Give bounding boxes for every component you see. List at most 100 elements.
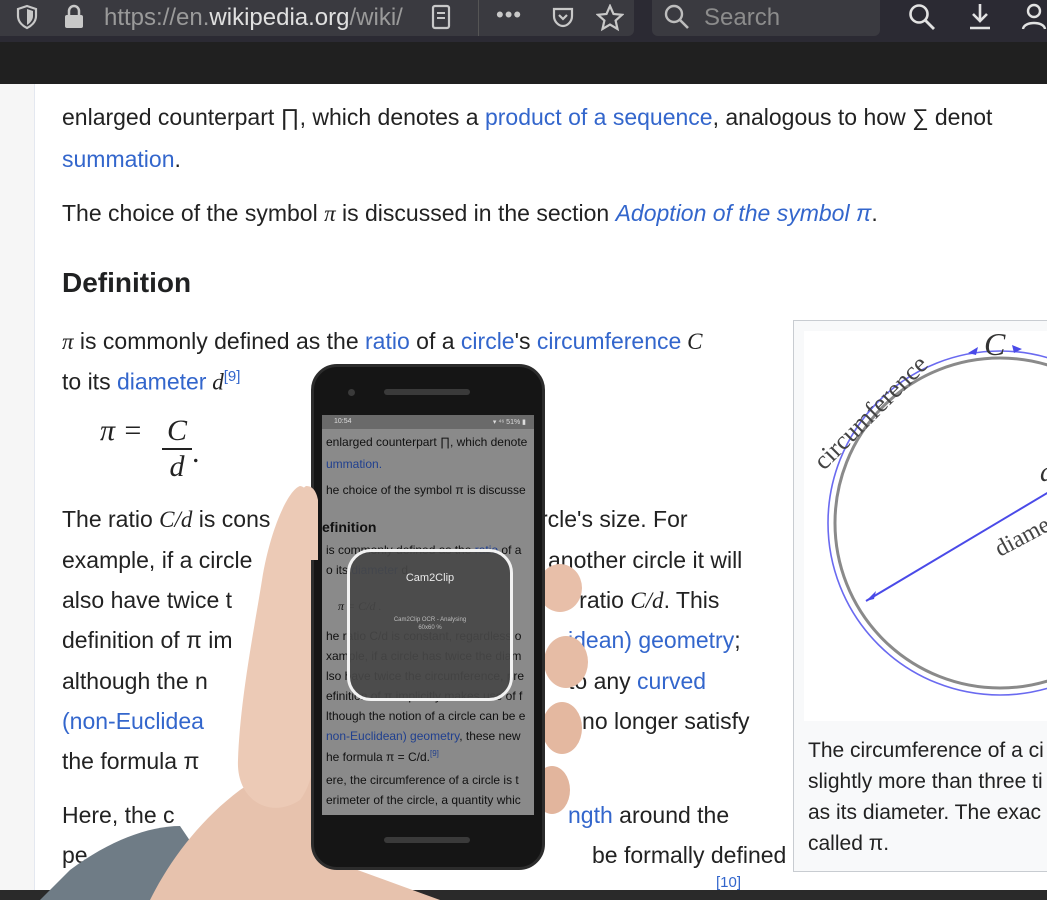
star-icon[interactable] bbox=[595, 3, 625, 38]
text: another circle it will bbox=[548, 547, 743, 573]
paragraph-line: example, if a circle bbox=[62, 547, 252, 574]
paragraph-line: to its diameter d[9] bbox=[62, 368, 240, 396]
link-euclidean-geometry[interactable]: idean) geometry bbox=[568, 627, 734, 653]
circle-diagram: circumference C d diame bbox=[804, 326, 1047, 721]
search-icon bbox=[664, 3, 690, 38]
text: the formula π bbox=[62, 748, 200, 774]
math-cd: C/d bbox=[159, 507, 193, 532]
text: The ratio bbox=[62, 506, 160, 532]
more-icon[interactable]: ••• bbox=[496, 2, 522, 28]
text: is cons bbox=[192, 506, 271, 532]
url-suffix: /wiki/ bbox=[349, 4, 403, 31]
paragraph-line: [10] bbox=[716, 874, 741, 890]
paragraph-line: pe bbox=[62, 842, 88, 869]
search-icon[interactable] bbox=[908, 2, 936, 39]
text: The choice of the symbol bbox=[62, 200, 325, 226]
paragraph-line: The ratio C/d is cons bbox=[62, 506, 270, 533]
paragraph-line: also have twice t bbox=[62, 587, 232, 614]
paragraph-line: π is commonly defined as the ratio of a … bbox=[62, 328, 702, 355]
shield-icon[interactable] bbox=[16, 4, 38, 36]
url-text[interactable]: https://en.wikipedia.org/wiki/ bbox=[104, 4, 414, 32]
text: also have twice t bbox=[62, 587, 233, 613]
formula-dot: . bbox=[192, 436, 200, 469]
text: be formally defined bbox=[592, 842, 787, 868]
text: enlarged counterpart ∏, which denotes a bbox=[62, 104, 485, 130]
citation-link[interactable]: [10] bbox=[716, 874, 741, 890]
label-diameter: diame bbox=[991, 512, 1047, 562]
account-icon[interactable] bbox=[1020, 2, 1047, 39]
paragraph-line: be formally defined bbox=[592, 842, 786, 869]
text: around the bbox=[612, 802, 730, 828]
text: is commonly defined as the bbox=[73, 328, 366, 354]
paragraph-line: ) no longer satisfy bbox=[568, 708, 750, 735]
link-adoption-of-symbol[interactable]: Adoption of the symbol π bbox=[616, 200, 872, 226]
caption-line: The circumference of a ci bbox=[808, 739, 1044, 762]
url-prefix: https://en. bbox=[104, 4, 210, 31]
text: . bbox=[871, 200, 878, 226]
paragraph-line: rcle's size. For bbox=[540, 506, 688, 533]
paragraph-line: e ratio C/d. This bbox=[560, 587, 719, 614]
paragraph-line: the formula π bbox=[62, 748, 199, 775]
lock-icon[interactable] bbox=[62, 4, 86, 36]
text: to any bbox=[568, 668, 638, 694]
pi-formula: π = C d . bbox=[100, 414, 200, 483]
caption-line: slightly more than three ti bbox=[808, 770, 1043, 793]
text: rcle's size. For bbox=[540, 506, 688, 532]
text: pe bbox=[62, 842, 88, 868]
browser-chrome: https://en.wikipedia.org/wiki/ ••• Searc… bbox=[0, 0, 1047, 84]
link-ratio[interactable]: ratio bbox=[365, 328, 410, 354]
formula-lhs: π = bbox=[100, 414, 143, 447]
paragraph-line: definition of π im bbox=[62, 627, 233, 654]
link-diameter[interactable]: diameter bbox=[117, 369, 206, 395]
link-product-of-sequence[interactable]: product of a sequence bbox=[485, 104, 713, 130]
citation-link[interactable]: [9] bbox=[224, 368, 241, 385]
fraction: C d bbox=[160, 414, 194, 484]
pi-symbol: π bbox=[62, 329, 74, 354]
text: . bbox=[174, 146, 181, 172]
link-non-euclidean[interactable]: (non-Euclidea bbox=[62, 708, 204, 734]
paragraph-line: another circle it will bbox=[548, 547, 742, 574]
text: to its bbox=[62, 368, 117, 395]
text: of a bbox=[409, 328, 461, 354]
denominator: d bbox=[169, 450, 185, 483]
figure-caption: The circumference of a ci slightly more … bbox=[808, 735, 1044, 859]
paragraph-line: (non-Euclidea bbox=[62, 708, 204, 735]
math-c: C bbox=[681, 329, 703, 354]
text: . This bbox=[663, 587, 720, 613]
url-bar[interactable]: https://en.wikipedia.org/wiki/ ••• bbox=[0, 0, 634, 36]
url-domain: wikipedia.org bbox=[209, 4, 350, 31]
paragraph-line: although the n bbox=[62, 668, 208, 695]
label-d: d bbox=[1040, 457, 1047, 488]
reader-view-icon[interactable] bbox=[430, 4, 452, 36]
search-box[interactable]: Search bbox=[652, 0, 880, 36]
text: 's bbox=[514, 328, 537, 354]
text: definition of π im bbox=[62, 627, 233, 653]
math-d: d bbox=[206, 369, 224, 395]
caption-line: called π. bbox=[808, 832, 890, 855]
paragraph-line: enlarged counterpart ∏, which denotes a … bbox=[62, 104, 992, 131]
text: is discussed in the section bbox=[335, 200, 616, 226]
paragraph-line: The choice of the symbol π is discussed … bbox=[62, 200, 878, 227]
math-cd: C/d bbox=[630, 588, 664, 613]
download-icon[interactable] bbox=[966, 2, 994, 39]
left-sidebar bbox=[0, 84, 35, 890]
search-placeholder: Search bbox=[704, 4, 781, 31]
circle-diagram-svg: circumference C d diame bbox=[808, 326, 1047, 696]
paragraph-line: to any curved bbox=[568, 668, 706, 695]
figure-thumbnail[interactable]: circumference C d diame The circumferenc… bbox=[793, 320, 1047, 872]
section-heading-definition: Definition bbox=[62, 267, 192, 298]
urlbar-divider bbox=[478, 0, 479, 36]
text: Here, the c bbox=[62, 802, 175, 828]
paragraph-line: summation. bbox=[62, 146, 181, 173]
text: e ratio bbox=[560, 587, 631, 613]
link-circumference[interactable]: circumference bbox=[537, 328, 681, 354]
pocket-icon[interactable] bbox=[551, 4, 575, 36]
link-summation[interactable]: summation bbox=[62, 146, 174, 172]
link-circle[interactable]: circle bbox=[461, 328, 515, 354]
link-length[interactable]: ngth bbox=[568, 802, 613, 828]
pi-symbol: π bbox=[324, 201, 336, 226]
paragraph-line: idean) geometry; bbox=[568, 627, 741, 654]
link-curved[interactable]: curved bbox=[637, 668, 706, 694]
text: , analogous to how ∑ denot bbox=[712, 104, 993, 130]
label-c: C bbox=[984, 331, 1006, 362]
